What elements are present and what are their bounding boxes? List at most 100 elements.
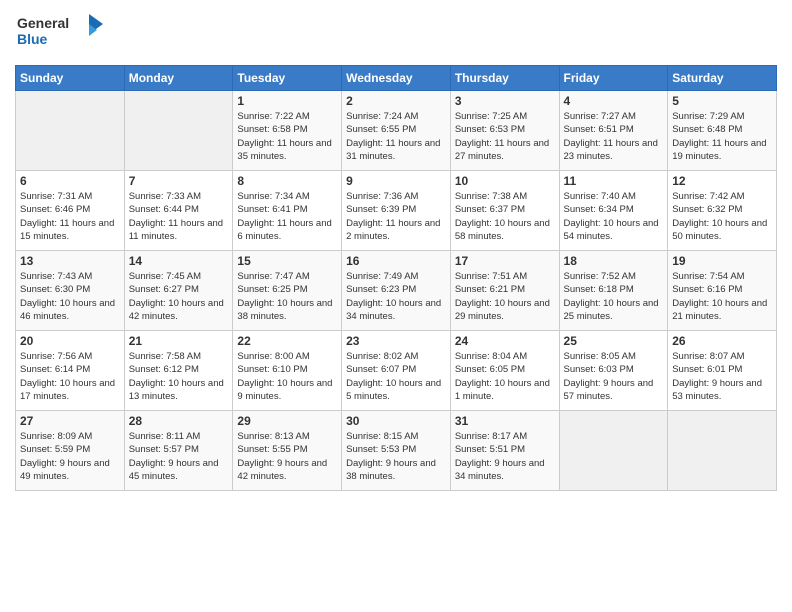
day-number: 12 [672, 174, 772, 188]
calendar-day-cell: 7Sunrise: 7:33 AMSunset: 6:44 PMDaylight… [124, 171, 233, 251]
calendar-day-cell: 22Sunrise: 8:00 AMSunset: 6:10 PMDayligh… [233, 331, 342, 411]
logo-icon: General Blue [15, 10, 105, 52]
day-number: 2 [346, 94, 446, 108]
day-info: Sunrise: 7:27 AMSunset: 6:51 PMDaylight:… [564, 110, 664, 163]
calendar-week-row: 1 Sunrise: 7:22 AMSunset: 6:58 PMDaylight… [16, 91, 777, 171]
day-number: 9 [346, 174, 446, 188]
day-number: 15 [237, 254, 337, 268]
day-number: 25 [564, 334, 664, 348]
day-info: Sunrise: 7:33 AMSunset: 6:44 PMDaylight:… [129, 190, 229, 243]
day-info: Sunrise: 7:38 AMSunset: 6:37 PMDaylight:… [455, 190, 555, 243]
day-number: 20 [20, 334, 120, 348]
calendar-day-cell: 11Sunrise: 7:40 AMSunset: 6:34 PMDayligh… [559, 171, 668, 251]
calendar-day-cell: 9Sunrise: 7:36 AMSunset: 6:39 PMDaylight… [342, 171, 451, 251]
weekday-header-row: SundayMondayTuesdayWednesdayThursdayFrid… [16, 66, 777, 91]
calendar-day-cell: 25 Sunrise: 8:05 AMSunset: 6:03 PMDayligh… [559, 331, 668, 411]
calendar-day-cell: 14 Sunrise: 7:45 AMSunset: 6:27 PMDayligh… [124, 251, 233, 331]
calendar-table: SundayMondayTuesdayWednesdayThursdayFrid… [15, 65, 777, 491]
day-info: Sunrise: 7:25 AMSunset: 6:53 PMDaylight:… [455, 110, 555, 163]
day-number: 22 [237, 334, 337, 348]
day-info: Sunrise: 7:29 AMSunset: 6:48 PMDaylight:… [672, 110, 772, 163]
day-info: Sunrise: 7:42 AMSunset: 6:32 PMDaylight:… [672, 190, 772, 243]
day-number: 10 [455, 174, 555, 188]
day-info: Sunrise: 8:04 AMSunset: 6:05 PMDaylight:… [455, 350, 555, 403]
calendar-week-row: 27 Sunrise: 8:09 AMSunset: 5:59 PMDayligh… [16, 411, 777, 491]
calendar-week-row: 6 Sunrise: 7:31 AMSunset: 6:46 PMDaylight… [16, 171, 777, 251]
day-info: Sunrise: 8:02 AMSunset: 6:07 PMDaylight:… [346, 350, 446, 403]
calendar-day-cell: 13 Sunrise: 7:43 AMSunset: 6:30 PMDayligh… [16, 251, 125, 331]
calendar-day-cell: 27 Sunrise: 8:09 AMSunset: 5:59 PMDayligh… [16, 411, 125, 491]
calendar-day-cell: 1 Sunrise: 7:22 AMSunset: 6:58 PMDaylight… [233, 91, 342, 171]
day-info: Sunrise: 7:45 AMSunset: 6:27 PMDaylight:… [129, 270, 229, 323]
weekday-header-cell: Tuesday [233, 66, 342, 91]
calendar-day-cell: 8 Sunrise: 7:34 AMSunset: 6:41 PMDaylight… [233, 171, 342, 251]
weekday-header-cell: Friday [559, 66, 668, 91]
day-number: 14 [129, 254, 229, 268]
calendar-day-cell [16, 91, 125, 171]
day-info: Sunrise: 8:11 AMSunset: 5:57 PMDaylight:… [129, 430, 229, 483]
day-number: 29 [237, 414, 337, 428]
calendar-day-cell: 20 Sunrise: 7:56 AMSunset: 6:14 PMDayligh… [16, 331, 125, 411]
weekday-header-cell: Sunday [16, 66, 125, 91]
day-info: Sunrise: 7:34 AMSunset: 6:41 PMDaylight:… [237, 190, 337, 243]
calendar-day-cell: 24 Sunrise: 8:04 AMSunset: 6:05 PMDayligh… [450, 331, 559, 411]
day-number: 16 [346, 254, 446, 268]
calendar-day-cell: 4 Sunrise: 7:27 AMSunset: 6:51 PMDaylight… [559, 91, 668, 171]
calendar-day-cell: 28Sunrise: 8:11 AMSunset: 5:57 PMDayligh… [124, 411, 233, 491]
day-number: 5 [672, 94, 772, 108]
weekday-header-cell: Wednesday [342, 66, 451, 91]
day-number: 11 [564, 174, 664, 188]
day-info: Sunrise: 7:43 AMSunset: 6:30 PMDaylight:… [20, 270, 120, 323]
day-number: 1 [237, 94, 337, 108]
calendar-day-cell: 5 Sunrise: 7:29 AMSunset: 6:48 PMDaylight… [668, 91, 777, 171]
day-number: 27 [20, 414, 120, 428]
day-info: Sunrise: 7:22 AMSunset: 6:58 PMDaylight:… [237, 110, 337, 163]
calendar-day-cell [559, 411, 668, 491]
day-info: Sunrise: 8:07 AMSunset: 6:01 PMDaylight:… [672, 350, 772, 403]
calendar-day-cell: 15 Sunrise: 7:47 AMSunset: 6:25 PMDayligh… [233, 251, 342, 331]
weekday-header-cell: Thursday [450, 66, 559, 91]
calendar-day-cell: 17Sunrise: 7:51 AMSunset: 6:21 PMDayligh… [450, 251, 559, 331]
svg-text:General: General [17, 15, 69, 31]
weekday-header-cell: Saturday [668, 66, 777, 91]
calendar-day-cell: 18 Sunrise: 7:52 AMSunset: 6:18 PMDayligh… [559, 251, 668, 331]
day-info: Sunrise: 8:17 AMSunset: 5:51 PMDaylight:… [455, 430, 555, 483]
day-number: 24 [455, 334, 555, 348]
calendar-body: 1 Sunrise: 7:22 AMSunset: 6:58 PMDaylight… [16, 91, 777, 491]
calendar-day-cell: 23Sunrise: 8:02 AMSunset: 6:07 PMDayligh… [342, 331, 451, 411]
page-header: General Blue [15, 10, 777, 57]
day-info: Sunrise: 7:51 AMSunset: 6:21 PMDaylight:… [455, 270, 555, 323]
day-number: 31 [455, 414, 555, 428]
calendar-day-cell: 2 Sunrise: 7:24 AMSunset: 6:55 PMDaylight… [342, 91, 451, 171]
calendar-day-cell: 6 Sunrise: 7:31 AMSunset: 6:46 PMDaylight… [16, 171, 125, 251]
calendar-day-cell: 31 Sunrise: 8:17 AMSunset: 5:51 PMDayligh… [450, 411, 559, 491]
calendar-day-cell: 30Sunrise: 8:15 AMSunset: 5:53 PMDayligh… [342, 411, 451, 491]
day-number: 6 [20, 174, 120, 188]
day-number: 13 [20, 254, 120, 268]
day-info: Sunrise: 8:05 AMSunset: 6:03 PMDaylight:… [564, 350, 664, 403]
day-info: Sunrise: 7:56 AMSunset: 6:14 PMDaylight:… [20, 350, 120, 403]
calendar-day-cell: 21 Sunrise: 7:58 AMSunset: 6:12 PMDayligh… [124, 331, 233, 411]
calendar-day-cell: 3 Sunrise: 7:25 AMSunset: 6:53 PMDaylight… [450, 91, 559, 171]
day-number: 26 [672, 334, 772, 348]
calendar-day-cell [124, 91, 233, 171]
day-number: 21 [129, 334, 229, 348]
weekday-header-cell: Monday [124, 66, 233, 91]
day-info: Sunrise: 8:13 AMSunset: 5:55 PMDaylight:… [237, 430, 337, 483]
day-info: Sunrise: 7:52 AMSunset: 6:18 PMDaylight:… [564, 270, 664, 323]
day-info: Sunrise: 7:58 AMSunset: 6:12 PMDaylight:… [129, 350, 229, 403]
day-number: 4 [564, 94, 664, 108]
day-number: 19 [672, 254, 772, 268]
day-info: Sunrise: 8:09 AMSunset: 5:59 PMDaylight:… [20, 430, 120, 483]
day-number: 30 [346, 414, 446, 428]
day-number: 8 [237, 174, 337, 188]
day-number: 18 [564, 254, 664, 268]
day-info: Sunrise: 7:47 AMSunset: 6:25 PMDaylight:… [237, 270, 337, 323]
calendar-day-cell: 29 Sunrise: 8:13 AMSunset: 5:55 PMDayligh… [233, 411, 342, 491]
day-info: Sunrise: 7:54 AMSunset: 6:16 PMDaylight:… [672, 270, 772, 323]
day-number: 3 [455, 94, 555, 108]
calendar-day-cell: 16Sunrise: 7:49 AMSunset: 6:23 PMDayligh… [342, 251, 451, 331]
day-info: Sunrise: 7:24 AMSunset: 6:55 PMDaylight:… [346, 110, 446, 163]
calendar-day-cell: 10 Sunrise: 7:38 AMSunset: 6:37 PMDayligh… [450, 171, 559, 251]
day-info: Sunrise: 7:31 AMSunset: 6:46 PMDaylight:… [20, 190, 120, 243]
